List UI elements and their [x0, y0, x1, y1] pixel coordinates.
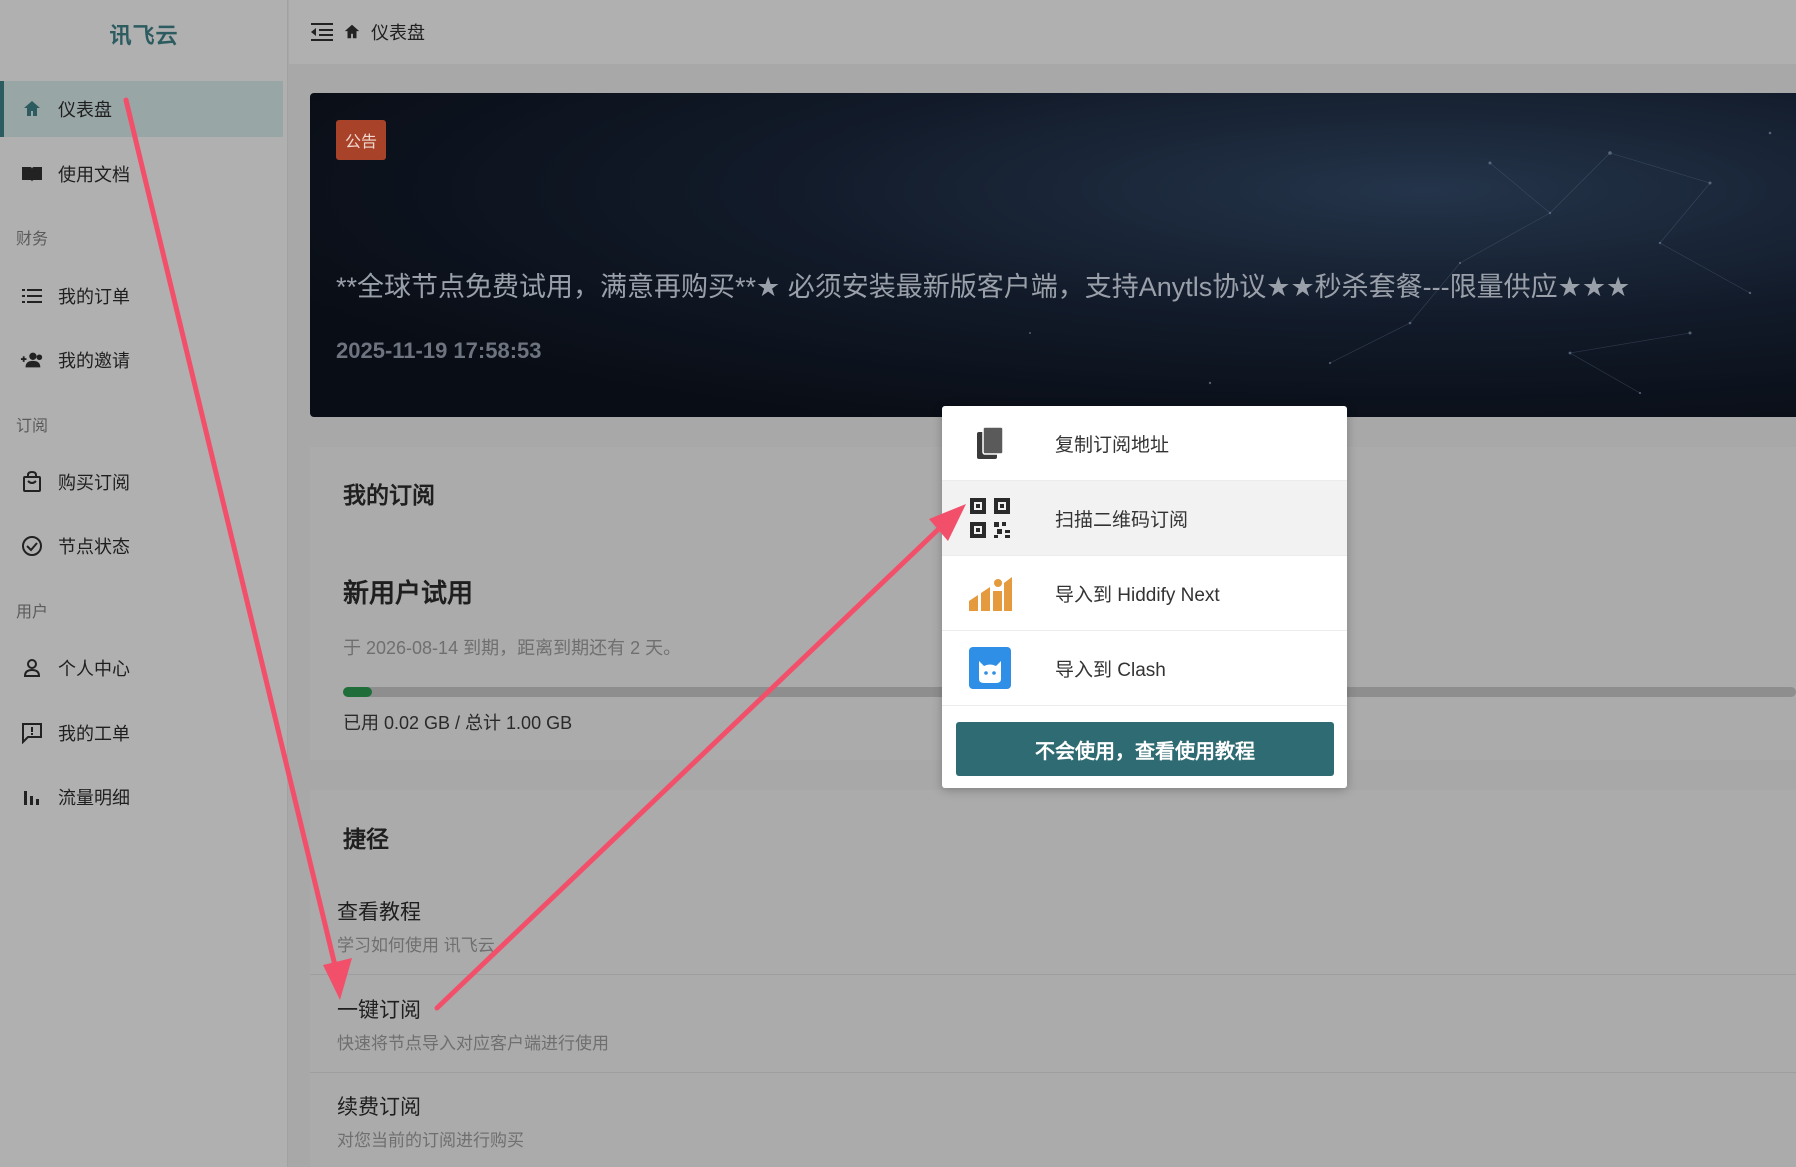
bar-chart-icon — [20, 785, 44, 809]
invite-icon — [20, 348, 44, 372]
subscribe-dropdown-menu: 复制订阅地址 扫描二维码订阅 导入到 Hiddify Next 导入到 Clas… — [942, 406, 1347, 788]
announcement-text: **全球节点免费试用，满意再购买**★ 必须安装最新版客户端，支持Anytls协… — [336, 272, 1631, 302]
hiddify-icon — [968, 571, 1012, 615]
sidebar-item-label: 使用文档 — [58, 165, 130, 185]
sidebar-item-label: 我的订单 — [58, 287, 130, 307]
menu-item-scan-qr[interactable]: 扫描二维码订阅 — [942, 481, 1347, 556]
plan-expire: 于 2026-08-14 到期，距离到期还有 2 天。 — [343, 638, 682, 658]
home-icon — [343, 23, 361, 41]
usage-text: 已用 0.02 GB / 总计 1.00 GB — [343, 713, 573, 733]
sidebar: 讯飞云 仪表盘 使用文档 财务 我的订单 我的邀请 订阅 购买订阅 节点状态 用… — [0, 0, 288, 1167]
check-circle-icon — [20, 534, 44, 558]
sidebar-item-tickets[interactable]: 我的工单 — [0, 705, 283, 761]
shopping-bag-icon — [20, 470, 44, 494]
shortcut-desc: 快速将节点导入对应客户端进行使用 — [337, 1034, 609, 1053]
shortcut-one-click-subscribe[interactable]: 一键订阅 快速将节点导入对应客户端进行使用 — [310, 976, 1796, 1073]
announcement-date: 2025-11-19 17:58:53 — [336, 338, 542, 363]
shortcuts-card: 捷径 查看教程 学习如何使用 讯飞云 一键订阅 快速将节点导入对应客户端进行使用… — [310, 790, 1796, 1167]
shortcut-tutorial[interactable]: 查看教程 学习如何使用 讯飞云 — [310, 878, 1796, 975]
sidebar-item-invites[interactable]: 我的邀请 — [0, 332, 283, 388]
sidebar-item-label: 我的邀请 — [58, 351, 130, 371]
shortcut-title: 续费订阅 — [337, 1096, 421, 1119]
sidebar-item-orders[interactable]: 我的订单 — [0, 268, 283, 324]
sidebar-item-label: 仪表盘 — [58, 100, 112, 120]
sidebar-item-profile[interactable]: 个人中心 — [0, 640, 283, 696]
breadcrumb[interactable]: 仪表盘 — [371, 19, 425, 45]
shortcut-desc: 对您当前的订阅进行购买 — [337, 1131, 524, 1150]
shortcut-title: 查看教程 — [337, 901, 421, 924]
sidebar-item-dashboard[interactable]: 仪表盘 — [0, 81, 283, 137]
menu-item-import-clash[interactable]: 导入到 Clash — [942, 631, 1347, 706]
shortcut-renew[interactable]: 续费订阅 对您当前的订阅进行购买 — [310, 1073, 1796, 1167]
shortcut-title: 一键订阅 — [337, 999, 421, 1022]
top-header: 仪表盘 — [289, 0, 1796, 64]
sidebar-item-label: 购买订阅 — [58, 473, 130, 493]
nav-group-user: 用户 — [16, 604, 49, 621]
sidebar-item-label: 节点状态 — [58, 537, 130, 557]
book-icon — [20, 162, 44, 186]
menu-item-copy-url[interactable]: 复制订阅地址 — [942, 406, 1347, 481]
starfield-decoration — [1029, 131, 1772, 395]
clash-icon — [968, 646, 1012, 690]
sidebar-item-docs[interactable]: 使用文档 — [0, 146, 283, 202]
menu-item-import-hiddify[interactable]: 导入到 Hiddify Next — [942, 556, 1347, 631]
qr-code-icon — [968, 496, 1012, 540]
menu-item-label: 扫描二维码订阅 — [1055, 509, 1189, 531]
plan-name: 新用户试用 — [343, 578, 474, 608]
feedback-icon — [20, 721, 44, 745]
menu-item-label: 复制订阅地址 — [1055, 434, 1170, 456]
usage-progress-fill — [343, 687, 373, 697]
brand-logo[interactable]: 讯飞云 — [0, 18, 288, 50]
copy-icon — [968, 421, 1012, 465]
card-title: 捷径 — [343, 826, 389, 852]
sidebar-item-label: 个人中心 — [58, 659, 130, 679]
home-icon — [20, 97, 44, 121]
sidebar-item-node-status[interactable]: 节点状态 — [0, 518, 283, 574]
nav-group-subscription: 订阅 — [16, 418, 49, 435]
sidebar-item-buy[interactable]: 购买订阅 — [0, 454, 283, 510]
announcement-badge: 公告 — [336, 120, 387, 160]
sidebar-item-label: 流量明细 — [58, 788, 130, 808]
user-icon — [20, 656, 44, 680]
sidebar-item-label: 我的工单 — [58, 724, 130, 744]
menu-collapse-icon[interactable] — [311, 22, 333, 42]
shortcut-desc: 学习如何使用 讯飞云 — [337, 936, 495, 955]
sidebar-item-traffic[interactable]: 流量明细 — [0, 769, 283, 825]
menu-item-label: 导入到 Hiddify Next — [1055, 584, 1220, 606]
menu-item-label: 导入到 Clash — [1055, 659, 1166, 681]
announcement-banner[interactable]: 公告 **全球节点免费试用，满意再购买**★ 必须安装最新版客户端，支持Anyt… — [310, 93, 1796, 417]
card-title: 我的订阅 — [343, 482, 435, 508]
nav-group-finance: 财务 — [16, 231, 49, 248]
list-icon — [20, 284, 44, 308]
view-tutorial-button[interactable]: 不会使用，查看使用教程 — [956, 722, 1334, 776]
